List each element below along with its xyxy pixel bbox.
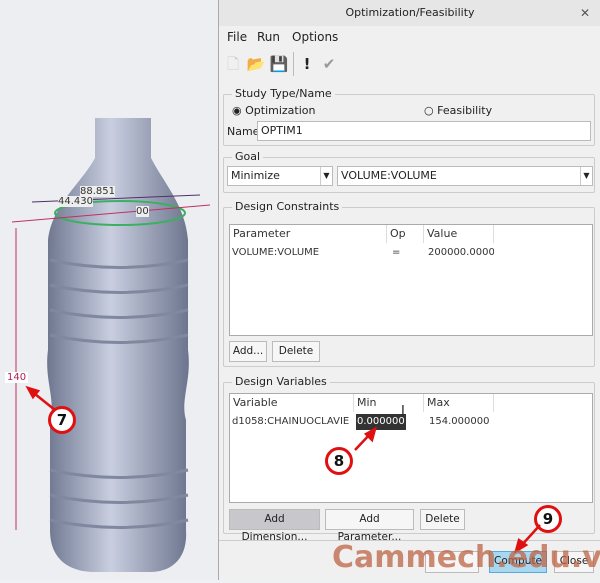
annotation-arrows [25, 385, 541, 554]
watermark: Cammech.edu.vn [332, 540, 600, 575]
